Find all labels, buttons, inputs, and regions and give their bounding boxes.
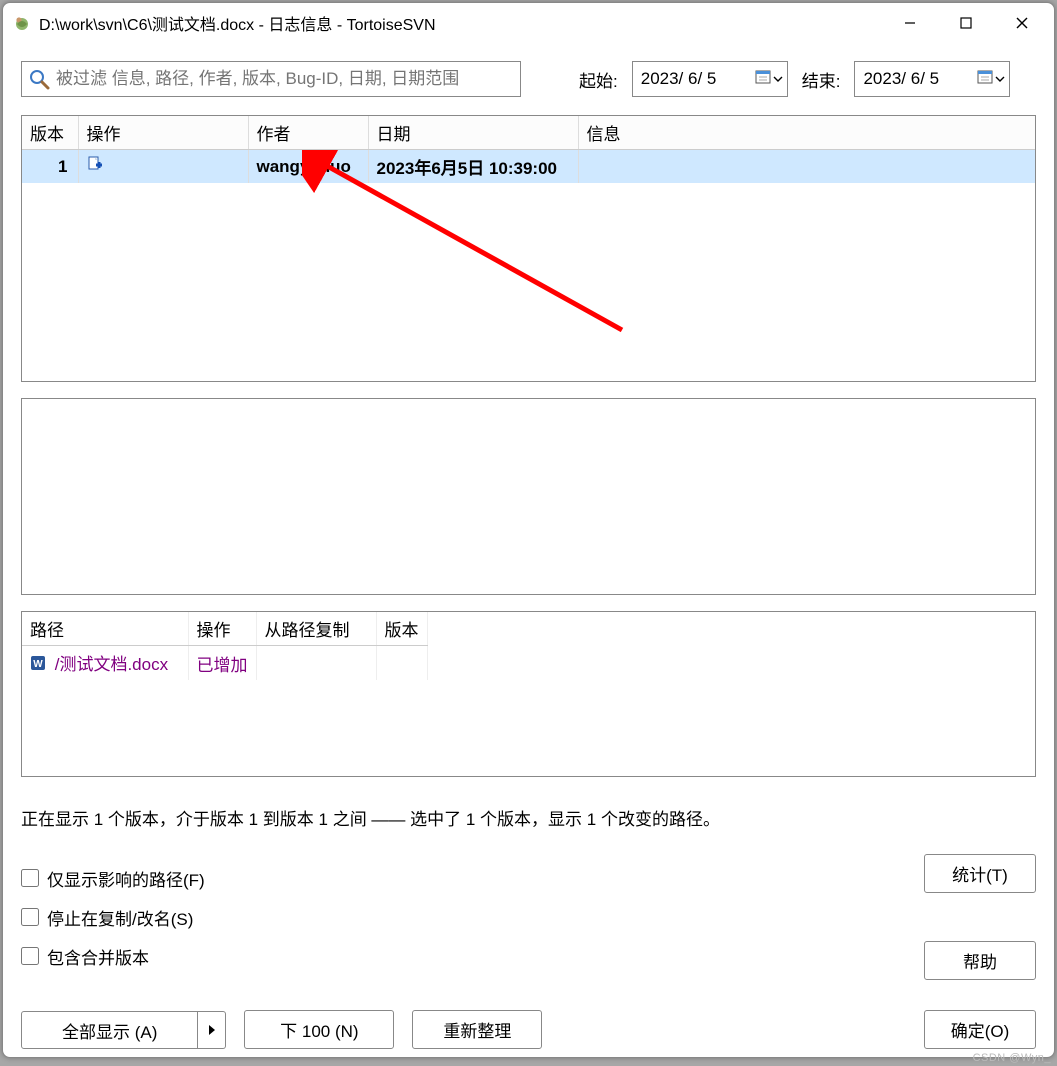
pcol-rev[interactable]: 版本	[376, 612, 427, 646]
to-date-value: 2023/ 6/ 5	[863, 69, 939, 89]
pcol-action[interactable]: 操作	[188, 612, 256, 646]
svg-text:W: W	[33, 659, 43, 670]
next-100-button[interactable]: 下 100 (N)	[244, 1010, 394, 1049]
chevron-down-icon	[773, 69, 783, 89]
chevron-down-icon	[995, 69, 1005, 89]
help-button[interactable]: 帮助	[924, 941, 1036, 980]
calendar-icon	[977, 69, 993, 90]
refresh-button[interactable]: 重新整理	[412, 1010, 542, 1049]
cell-action	[78, 150, 248, 184]
filter-input[interactable]	[56, 62, 520, 96]
log-message-box[interactable]	[21, 398, 1036, 596]
filter-box[interactable]	[21, 61, 521, 97]
statistics-button[interactable]: 统计(T)	[924, 854, 1036, 893]
close-button[interactable]	[994, 3, 1050, 43]
log-grid-header[interactable]: 版本 操作 作者 日期 信息	[22, 116, 1035, 150]
from-date-value: 2023/ 6/ 5	[641, 69, 717, 89]
calendar-icon	[755, 69, 771, 90]
tortoisesvn-icon	[13, 14, 31, 32]
check-stop-on-copy-box[interactable]	[21, 908, 39, 926]
status-line: 正在显示 1 个版本，介于版本 1 到版本 1 之间 —— 选中了 1 个版本，…	[21, 805, 1036, 830]
cell-path-action: 已增加	[188, 646, 256, 681]
window-title: D:\work\svn\C6\测试文档.docx - 日志信息 - Tortoi…	[39, 11, 882, 35]
paths-grid[interactable]: 路径 操作 从路径复制 版本 W /测试文档.docx	[21, 611, 1036, 777]
from-label: 起始:	[579, 67, 618, 92]
search-icon	[28, 68, 50, 90]
col-action[interactable]: 操作	[78, 116, 248, 150]
log-row[interactable]: 1 wangyunuo 2023年6月5日 10:39:00	[22, 150, 1035, 184]
cell-path: W /测试文档.docx	[22, 646, 188, 681]
check-include-merge[interactable]: 包含合并版本	[21, 944, 205, 969]
watermark: CSDN @Wyn_	[973, 1052, 1051, 1064]
col-author[interactable]: 作者	[248, 116, 368, 150]
to-label: 结束:	[802, 67, 841, 92]
show-all-button[interactable]: 全部显示 (A)	[21, 1011, 198, 1049]
triangle-right-icon	[208, 1024, 216, 1036]
path-row[interactable]: W /测试文档.docx 已增加	[22, 646, 427, 681]
titlebar: D:\work\svn\C6\测试文档.docx - 日志信息 - Tortoi…	[3, 3, 1054, 43]
log-grid[interactable]: 版本 操作 作者 日期 信息 1	[21, 115, 1036, 382]
check-stop-on-copy[interactable]: 停止在复制/改名(S)	[21, 905, 205, 930]
col-msg[interactable]: 信息	[578, 116, 1035, 150]
show-all-dropdown[interactable]	[198, 1011, 226, 1049]
cell-rev: 1	[22, 150, 78, 184]
show-all-split-button[interactable]: 全部显示 (A)	[21, 1011, 226, 1049]
paths-grid-header[interactable]: 路径 操作 从路径复制 版本	[22, 612, 427, 646]
check-affected-paths[interactable]: 仅显示影响的路径(F)	[21, 866, 205, 891]
maximize-button[interactable]	[938, 3, 994, 43]
check-affected-paths-box[interactable]	[21, 869, 39, 887]
to-date-picker[interactable]: 2023/ 6/ 5	[854, 61, 1010, 97]
pcol-path[interactable]: 路径	[22, 612, 188, 646]
cell-path-rev	[376, 646, 427, 681]
window: D:\work\svn\C6\测试文档.docx - 日志信息 - Tortoi…	[2, 2, 1055, 1058]
col-rev[interactable]: 版本	[22, 116, 78, 150]
check-include-merge-box[interactable]	[21, 947, 39, 965]
cell-author: wangyunuo	[248, 150, 368, 184]
col-date[interactable]: 日期	[368, 116, 578, 150]
ok-button[interactable]: 确定(O)	[924, 1010, 1036, 1049]
word-file-icon: W	[30, 655, 46, 676]
cell-date: 2023年6月5日 10:39:00	[368, 150, 578, 184]
minimize-button[interactable]	[882, 3, 938, 43]
cell-msg	[578, 150, 1035, 184]
cell-copyfrom	[256, 646, 376, 681]
pcol-copy[interactable]: 从路径复制	[256, 612, 376, 646]
from-date-picker[interactable]: 2023/ 6/ 5	[632, 61, 788, 97]
added-icon	[87, 157, 103, 176]
